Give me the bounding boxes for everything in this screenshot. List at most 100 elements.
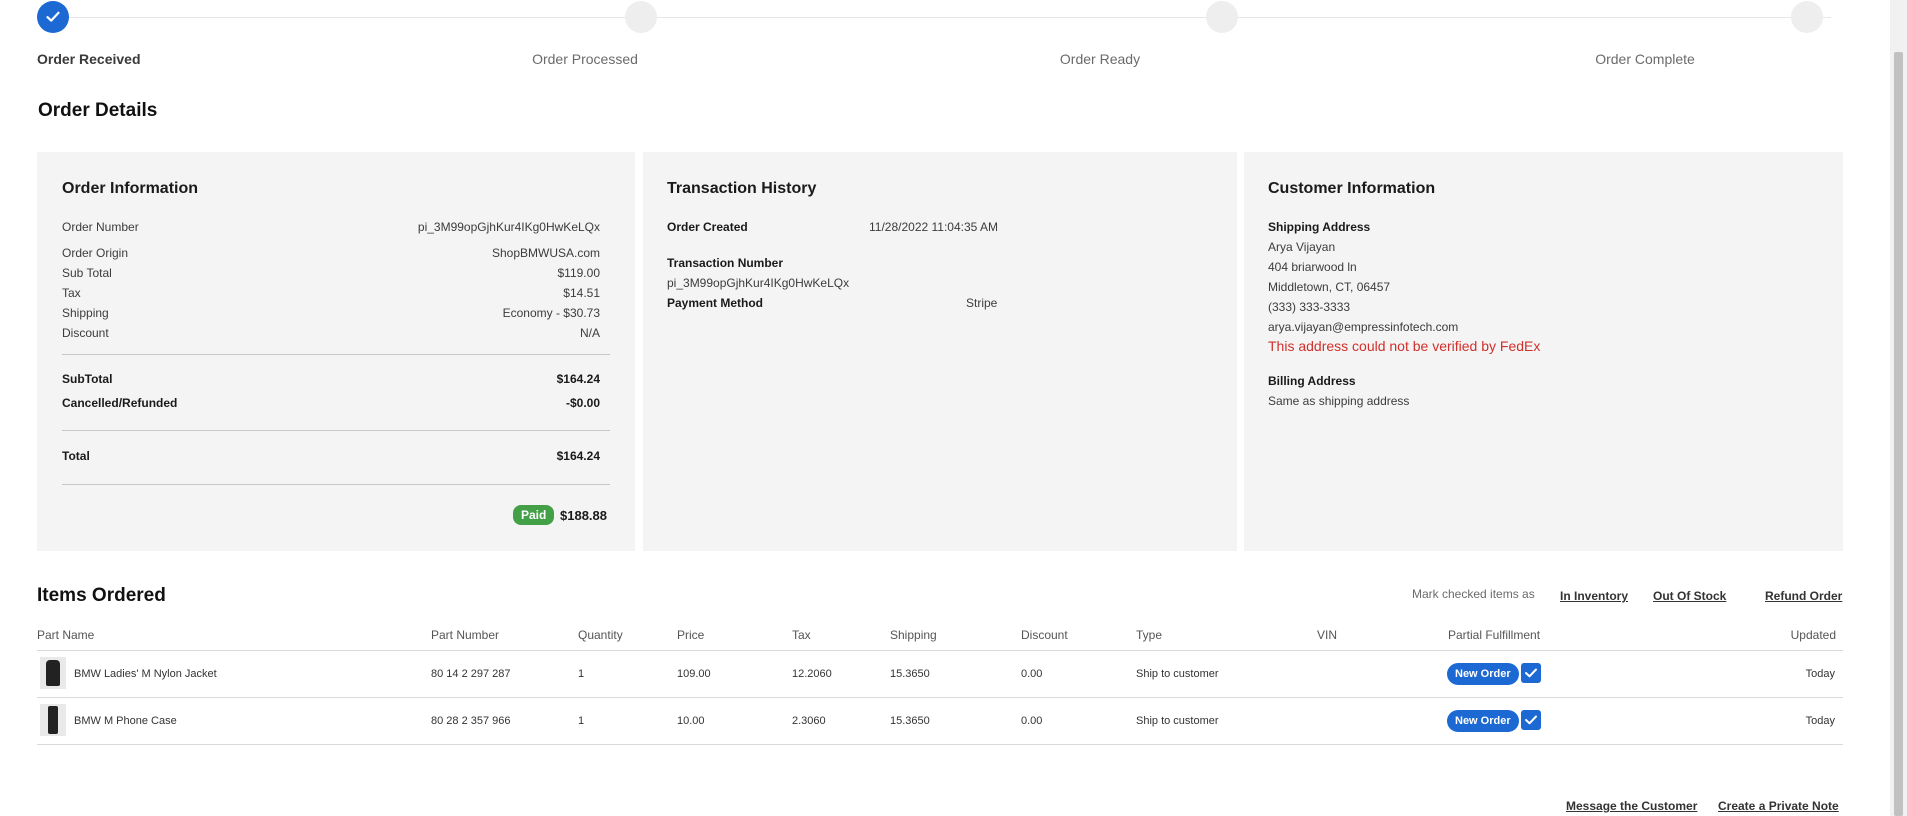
column-header-discount: Discount xyxy=(1021,628,1068,642)
column-header-part-name: Part Name xyxy=(37,628,95,642)
stepper-line xyxy=(53,17,1831,18)
street-address: 404 briarwood ln xyxy=(1268,260,1357,274)
step-order-complete: Order Complete xyxy=(1595,1,1823,67)
transaction-number-value: pi_3M99opGjhKur4IKg0HwKeLQx xyxy=(667,276,850,290)
total-value: $164.24 xyxy=(556,449,600,463)
email-address: arya.vijayan@empressinfotech.com xyxy=(1268,320,1459,334)
shipping-address-label: Shipping Address xyxy=(1268,220,1371,234)
refunded-value: -$0.00 xyxy=(565,396,600,410)
address-verification-warning: This address could not be verified by Fe… xyxy=(1268,338,1541,354)
step-order-processed: Order Processed xyxy=(532,1,657,67)
step-label: Order Received xyxy=(37,51,141,67)
column-header-type: Type xyxy=(1136,628,1163,642)
quantity: 1 xyxy=(578,668,585,680)
payment-method-value: Stripe xyxy=(966,296,998,310)
step-order-ready: Order Ready xyxy=(1060,1,1238,67)
jacket-image xyxy=(46,660,60,686)
vertical-scrollbar[interactable] xyxy=(1890,0,1907,816)
order-created-label: Order Created xyxy=(667,220,748,234)
phone-case-image xyxy=(48,706,58,734)
shipping: 15.3650 xyxy=(890,715,930,727)
type: Ship to customer xyxy=(1136,715,1219,727)
part-name: BMW Ladies' M Nylon Jacket xyxy=(74,668,217,680)
mark-checked-label: Mark checked items as xyxy=(1412,587,1535,601)
field-label: Tax xyxy=(62,286,81,300)
table-divider xyxy=(37,744,1843,745)
items-ordered-title: Items Ordered xyxy=(37,585,166,606)
order-origin-value: ShopBMWUSA.com xyxy=(491,246,600,260)
panel-title: Order Information xyxy=(62,180,199,197)
divider xyxy=(62,354,610,355)
field-label: Discount xyxy=(62,326,109,340)
order-information-panel: Order Information Order Number pi_3M99op… xyxy=(37,152,635,551)
create-private-note-link[interactable]: Create a Private Note xyxy=(1718,799,1839,813)
field-label: Order Origin xyxy=(62,246,129,260)
row-checkbox[interactable] xyxy=(1521,710,1541,730)
order-created-value: 11/28/2022 11:04:35 AM xyxy=(869,220,998,234)
panel-title: Transaction History xyxy=(667,180,817,197)
order-number-value: pi_3M99opGjhKur4IKg0HwKeLQx xyxy=(417,220,600,234)
discount: 0.00 xyxy=(1021,668,1043,680)
refund-order-link[interactable]: Refund Order xyxy=(1765,589,1842,603)
refunded-label: Cancelled/Refunded xyxy=(62,396,178,410)
step-order-received: Order Received xyxy=(37,1,141,67)
message-customer-link[interactable]: Message the Customer xyxy=(1566,799,1697,813)
customer-name: Arya Vijayan xyxy=(1268,240,1336,254)
subtotal-label: SubTotal xyxy=(62,372,113,386)
row-checkbox[interactable] xyxy=(1521,663,1541,683)
discount-value: N/A xyxy=(579,326,600,340)
step-circle xyxy=(625,1,657,33)
tax-value: $14.51 xyxy=(563,286,600,300)
column-header-vin: VIN xyxy=(1317,628,1338,642)
sub-total-value: $119.00 xyxy=(557,266,601,280)
product-thumbnail-jacket xyxy=(40,657,66,689)
billing-address-label: Billing Address xyxy=(1268,374,1356,388)
part-name: BMW M Phone Case xyxy=(74,715,177,727)
subtotal-value: $164.24 xyxy=(556,372,600,386)
discount: 0.00 xyxy=(1021,715,1043,727)
product-thumbnail-phone-case xyxy=(40,704,66,736)
total-label: Total xyxy=(62,449,90,463)
tax: 12.2060 xyxy=(792,668,832,680)
payment-method-label: Payment Method xyxy=(667,296,764,310)
column-header-shipping: Shipping xyxy=(890,628,937,642)
paid-badge: Paid xyxy=(513,505,555,525)
updated: Today xyxy=(1805,668,1835,680)
page-title: Order Details xyxy=(38,100,158,121)
scrollbar-thumb[interactable] xyxy=(1894,52,1903,816)
column-header-price: Price xyxy=(677,628,705,642)
transaction-number-label: Transaction Number xyxy=(667,256,784,270)
order-progress-stepper: Order Received Order Processed Order Rea… xyxy=(37,0,1847,70)
paid-amount: $188.88 xyxy=(560,508,607,523)
field-label: Shipping xyxy=(62,306,109,320)
new-order-status-button[interactable]: New Order xyxy=(1447,710,1519,732)
mark-out-of-stock-link[interactable]: Out Of Stock xyxy=(1653,589,1726,603)
field-label: Sub Total xyxy=(62,266,112,280)
part-number: 80 14 2 297 287 xyxy=(431,668,511,680)
check-icon xyxy=(37,1,69,33)
table-divider xyxy=(37,697,1843,698)
city-state-zip: Middletown, CT, 06457 xyxy=(1268,280,1391,294)
check-icon xyxy=(1525,668,1537,678)
price: 10.00 xyxy=(677,715,705,727)
phone-number: (333) 333-3333 xyxy=(1268,300,1351,314)
part-number: 80 28 2 357 966 xyxy=(431,715,511,727)
mark-in-inventory-link[interactable]: In Inventory xyxy=(1560,589,1628,603)
customer-information-panel: Customer Information Shipping Address Ar… xyxy=(1244,152,1843,551)
price: 109.00 xyxy=(677,668,711,680)
divider xyxy=(62,430,610,431)
check-icon xyxy=(1525,715,1537,725)
column-header-updated: Updated xyxy=(1790,628,1836,642)
transaction-history-panel: Transaction History Order Created 11/28/… xyxy=(643,152,1237,551)
new-order-status-button[interactable]: New Order xyxy=(1447,663,1519,685)
step-label: Order Processed xyxy=(532,51,638,67)
field-label: Order Number xyxy=(62,220,139,234)
column-header-quantity: Quantity xyxy=(578,628,623,642)
column-header-tax: Tax xyxy=(792,628,811,642)
shipping-value: Economy - $30.73 xyxy=(502,306,600,320)
tax: 2.3060 xyxy=(792,715,826,727)
type: Ship to customer xyxy=(1136,668,1219,680)
step-label: Order Ready xyxy=(1059,51,1141,67)
column-header-part-number: Part Number xyxy=(431,628,500,642)
step-circle xyxy=(1791,1,1823,33)
